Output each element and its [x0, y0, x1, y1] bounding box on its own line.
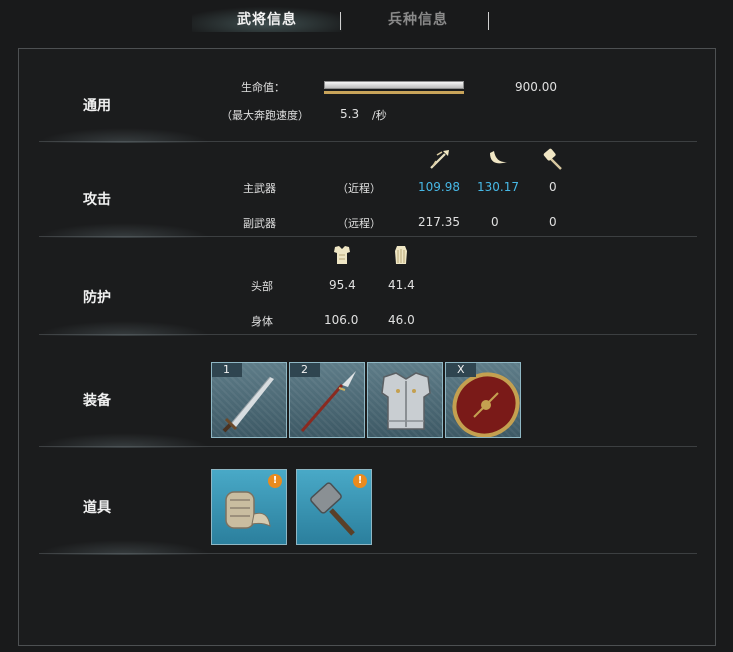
slot-key: X — [446, 363, 476, 377]
armor-icon — [334, 246, 350, 264]
section-title-defense: 防护 — [83, 290, 111, 306]
section-items: 道具 ! ! — [39, 447, 697, 555]
slot-key: 1 — [212, 363, 242, 377]
head-padded-value: 41.4 — [388, 278, 415, 292]
primary-weapon-label: 主武器 — [243, 182, 276, 195]
secondary-slash-value: 0 — [491, 215, 499, 229]
warning-badge: ! — [353, 474, 367, 488]
item-slot-hammer[interactable]: ! — [296, 469, 372, 545]
equipment-slot-sword[interactable]: 1 — [211, 362, 287, 438]
section-glow — [39, 113, 209, 143]
secondary-weapon-label: 副武器 — [243, 217, 276, 230]
tab-general-info[interactable]: 武将信息 — [192, 0, 342, 32]
tab-bar: 武将信息 兵种信息 — [0, 0, 733, 40]
tab-separator — [340, 12, 341, 30]
tab-troop-info[interactable]: 兵种信息 — [368, 0, 468, 40]
equipment-slot-shield[interactable]: X — [445, 362, 521, 438]
section-title-attack: 攻击 — [83, 192, 111, 208]
equipment-slot-spear[interactable]: 2 — [289, 362, 365, 438]
secondary-blunt-value: 0 — [549, 215, 557, 229]
head-armor-value: 95.4 — [329, 278, 356, 292]
body-armor-value: 106.0 — [324, 313, 359, 327]
body-padded-value: 46.0 — [388, 313, 415, 327]
item-slot-bandage[interactable]: ! — [211, 469, 287, 545]
breastplate-icon — [381, 372, 431, 430]
head-label: 头部 — [251, 280, 273, 293]
primary-blunt-value: 0 — [549, 180, 557, 194]
info-panel: 通用 生命值： 900.00 （最大奔跑速度） 5.3 /秒 攻击 主武器 （近… — [18, 48, 716, 646]
pierce-icon — [430, 150, 449, 169]
hp-value: 900.00 — [515, 80, 557, 94]
section-glow — [39, 418, 209, 448]
secondary-pierce-value: 217.35 — [418, 215, 460, 229]
section-equipment: 装备 1 2 X — [39, 335, 697, 448]
body-label: 身体 — [251, 315, 273, 328]
slot-key: 2 — [290, 363, 320, 377]
primary-pierce-value: 109.98 — [418, 180, 460, 194]
blunt-icon — [543, 148, 562, 170]
hp-bar — [324, 81, 464, 95]
section-defense: 防护 头部 95.4 41.4 身体 106.0 46.0 — [39, 237, 697, 336]
section-attack: 攻击 主武器 （近程） 109.98 130.17 0 副武器 （远程） 217… — [39, 142, 697, 238]
section-title-equipment: 装备 — [83, 393, 111, 409]
section-title-items: 道具 — [83, 500, 111, 516]
slash-icon — [490, 151, 507, 164]
primary-slash-value: 130.17 — [477, 180, 519, 194]
section-glow — [39, 525, 209, 555]
section-glow — [39, 208, 209, 238]
section-glow — [39, 306, 209, 336]
hp-label: 生命值： — [241, 81, 285, 94]
warning-badge: ! — [268, 474, 282, 488]
speed-value: 5.3 — [340, 107, 360, 121]
section-title-general: 通用 — [83, 98, 111, 114]
tab-separator — [488, 12, 489, 30]
padded-armor-icon — [395, 246, 407, 264]
speed-unit: /秒 — [372, 109, 387, 122]
secondary-weapon-type: （远程） — [337, 217, 381, 230]
speed-label: （最大奔跑速度） — [221, 109, 309, 122]
equipment-slot-breastplate[interactable] — [367, 362, 443, 438]
primary-weapon-type: （近程） — [337, 182, 381, 195]
section-general: 通用 生命值： 900.00 （最大奔跑速度） 5.3 /秒 — [39, 49, 697, 143]
